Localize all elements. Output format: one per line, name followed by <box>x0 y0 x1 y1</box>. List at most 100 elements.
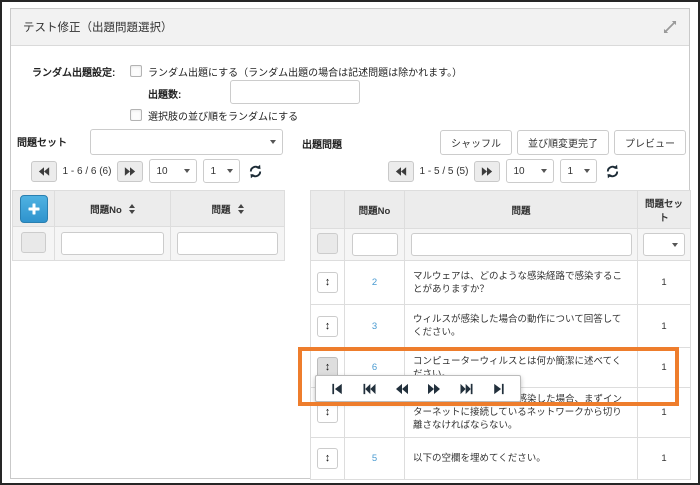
refresh-button[interactable] <box>246 164 265 179</box>
page-number-value: 1 <box>567 166 573 177</box>
sort-icon <box>129 204 135 214</box>
table-row: ↕ 5 以下の空欄を埋めてください。 1 <box>311 438 691 480</box>
column-header-question-set: 問題セット <box>638 191 691 229</box>
question-no-link[interactable]: 3 <box>372 321 377 332</box>
prev-page-button[interactable] <box>31 161 57 182</box>
question-text: 以下の空欄を埋めてください。 <box>405 438 638 480</box>
seek-last-icon <box>492 383 505 395</box>
page-number-select[interactable]: 1 <box>560 159 597 183</box>
filter-question-no-input[interactable] <box>61 232 165 255</box>
move-to-first-button[interactable] <box>328 382 347 396</box>
sort-icon <box>238 204 244 214</box>
seek-first-icon <box>331 383 344 395</box>
reorder-done-button[interactable]: 並び順変更完了 <box>517 130 609 155</box>
double-left-icon <box>395 166 407 177</box>
question-no-link[interactable]: 5 <box>372 453 377 464</box>
chevron-down-icon <box>270 140 276 144</box>
double-right-icon <box>124 166 136 177</box>
question-set-label: 問題セット <box>17 134 67 149</box>
shuffle-button[interactable]: シャッフル <box>440 130 512 155</box>
expand-icon[interactable] <box>663 20 677 34</box>
question-set-value: 1 <box>638 438 691 480</box>
pager-range: 1 - 5 / 5 (5) <box>420 166 469 177</box>
screenshot-frame: テスト修正（出題問題選択） ランダム出題設定: ランダム出題にする（ランダム出題… <box>0 0 700 485</box>
page-size-value: 10 <box>156 166 167 177</box>
filter-question-input[interactable] <box>177 232 279 255</box>
page-number-select[interactable]: 1 <box>203 159 240 183</box>
double-right-icon <box>481 166 493 177</box>
double-left-icon <box>395 383 409 395</box>
column-header-question[interactable]: 問題 <box>171 191 285 227</box>
page-number-value: 1 <box>210 166 216 177</box>
table-row: ↕ 2 マルウェアは、どのような感染経路で感染することがありますか？ 1 <box>311 261 691 305</box>
shuffle-choices-checkbox-label: 選択肢の並び順をランダムにする <box>148 108 298 123</box>
filter-question-input[interactable] <box>411 233 632 256</box>
random-output-checkbox[interactable] <box>130 65 142 77</box>
refresh-icon <box>605 164 620 179</box>
question-text: マルウェアは、どのような感染経路で感染することがありますか？ <box>405 261 638 305</box>
bar-double-left-icon <box>362 383 377 395</box>
plus-icon <box>27 202 41 216</box>
next-page-button[interactable] <box>474 161 500 182</box>
drag-handle[interactable]: ↕ <box>317 272 338 293</box>
page-size-value: 10 <box>513 166 524 177</box>
question-set-value: 1 <box>638 348 691 388</box>
page-size-select[interactable]: 10 <box>149 159 197 183</box>
filter-placeholder-button <box>21 232 46 253</box>
drag-column-header <box>311 191 345 229</box>
drag-handle[interactable]: ↕ <box>317 316 338 337</box>
selected-questions-table: 問題No 問題 問題セット ↕ 2 マルウェアは、どのような感染経路で感染するこ… <box>310 190 691 480</box>
random-settings-label: ランダム出題設定: <box>32 64 115 79</box>
add-column-header <box>13 191 55 227</box>
filter-question-no-input[interactable] <box>352 233 398 256</box>
double-right-icon <box>427 383 441 395</box>
double-left-icon <box>38 166 50 177</box>
question-count-label: 出題数: <box>148 86 181 101</box>
selected-questions-pager: 1 - 5 / 5 (5) 10 1 <box>320 158 690 184</box>
column-header-question-no: 問題No <box>345 191 405 229</box>
move-down-page-button[interactable] <box>456 382 477 396</box>
double-right-bar-icon <box>459 383 474 395</box>
column-header-question-no[interactable]: 問題No <box>55 191 171 227</box>
move-down-button[interactable] <box>424 382 444 396</box>
question-text: ウィルスが感染した場合の動作について回答してください。 <box>405 305 638 348</box>
chevron-down-icon <box>184 169 190 173</box>
question-set-value: 1 <box>638 388 691 438</box>
chevron-down-icon <box>672 243 678 247</box>
question-set-value: 1 <box>638 305 691 348</box>
filter-question-set-select[interactable] <box>643 233 685 256</box>
drag-handle[interactable]: ↕ <box>317 448 338 469</box>
question-no-link[interactable]: 2 <box>372 277 377 288</box>
column-header-question: 問題 <box>405 191 638 229</box>
question-set-select[interactable] <box>90 129 283 155</box>
random-output-checkbox-label: ランダム出題にする（ランダム出題の場合は記述問題は除かれます。） <box>148 64 462 79</box>
move-up-button[interactable] <box>392 382 412 396</box>
prev-page-button[interactable] <box>388 161 414 182</box>
action-buttons: シャッフル 並び順変更完了 プレビュー <box>452 130 686 155</box>
move-up-page-button[interactable] <box>359 382 380 396</box>
preview-button[interactable]: プレビュー <box>614 130 686 155</box>
refresh-icon <box>248 164 263 179</box>
question-no-link[interactable]: 6 <box>372 362 377 373</box>
page-size-select[interactable]: 10 <box>506 159 554 183</box>
reorder-popup <box>315 375 521 402</box>
panel-header: テスト修正（出題問題選択） <box>11 9 689 46</box>
filter-placeholder-button <box>317 233 338 254</box>
question-set-table: 問題No 問題 <box>12 190 285 261</box>
chevron-down-icon <box>227 169 233 173</box>
selected-questions-label: 出題問題 <box>302 136 342 151</box>
pager-range: 1 - 6 / 6 (6) <box>63 166 112 177</box>
question-count-input[interactable] <box>230 80 360 104</box>
drag-handle[interactable]: ↕ <box>317 402 338 423</box>
table-row: ↕ 3 ウィルスが感染した場合の動作について回答してください。 1 <box>311 305 691 348</box>
page-title: テスト修正（出題問題選択） <box>23 19 173 35</box>
refresh-button[interactable] <box>603 164 622 179</box>
move-to-last-button[interactable] <box>489 382 508 396</box>
chevron-down-icon <box>541 169 547 173</box>
question-set-value: 1 <box>638 261 691 305</box>
question-set-pager: 1 - 6 / 6 (6) 10 1 <box>12 158 284 184</box>
add-question-button[interactable] <box>20 195 48 223</box>
shuffle-choices-checkbox[interactable] <box>130 109 142 121</box>
next-page-button[interactable] <box>117 161 143 182</box>
chevron-down-icon <box>584 169 590 173</box>
